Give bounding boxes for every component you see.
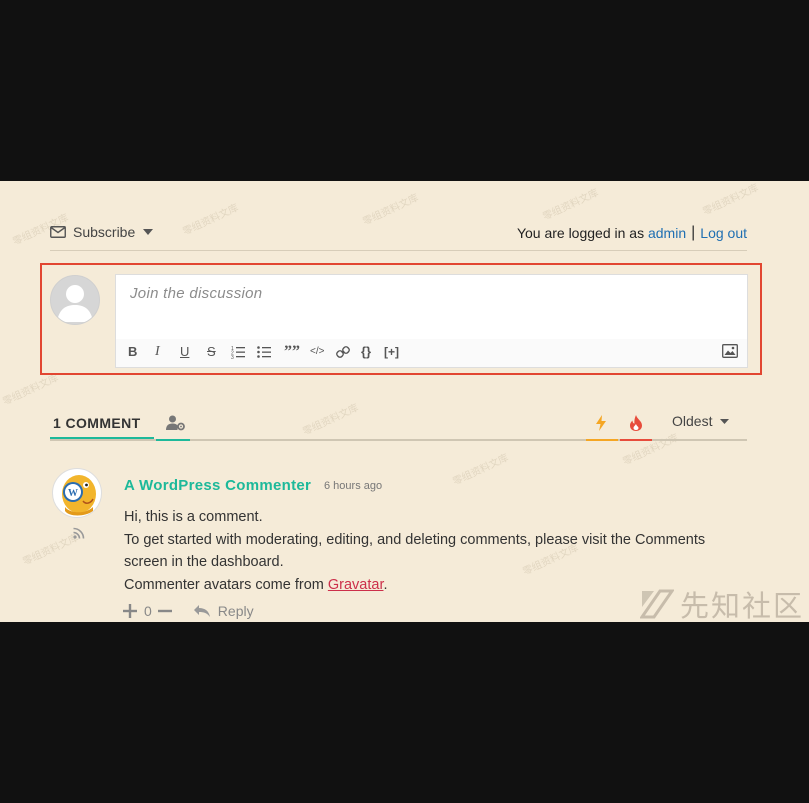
editor-placeholder: Join the discussion [130, 285, 263, 302]
gravatar-link[interactable]: Gravatar [328, 577, 384, 593]
image-icon [722, 344, 738, 358]
downvote-minus-icon[interactable] [157, 604, 172, 618]
comment-line: Hi, this is a comment. [124, 509, 263, 525]
login-status: You are logged in as admin | Log out [517, 224, 747, 242]
site-watermark-text: 先知社区 [680, 591, 805, 622]
default-avatar-icon [57, 285, 93, 322]
comment-author-link[interactable]: A WordPress Commenter [124, 477, 311, 494]
watermark-tile: 零组资料文库 [451, 452, 511, 488]
lightning-icon [596, 415, 606, 431]
svg-text:3: 3 [231, 355, 234, 359]
sort-trending-tab[interactable] [586, 411, 618, 441]
bold-button[interactable]: B [128, 345, 137, 359]
wapuu-avatar-icon: W [62, 475, 96, 516]
comments-header: Subscribe You are logged in as admin | L… [50, 223, 747, 251]
user-settings-tab[interactable] [156, 411, 190, 441]
link-icon [336, 346, 350, 358]
watermark-tile: 零组资料文库 [701, 182, 761, 218]
subscribe-dropdown[interactable]: Subscribe [50, 224, 154, 240]
reply-button[interactable]: Reply [193, 603, 254, 619]
logout-link[interactable]: Log out [700, 225, 747, 241]
subscribe-label: Subscribe [73, 224, 136, 240]
sort-popular-tab[interactable] [620, 411, 652, 441]
strikethrough-button[interactable]: S [207, 345, 216, 359]
username-link[interactable]: admin [648, 225, 686, 241]
rss-icon[interactable] [73, 527, 85, 539]
caret-down-icon [143, 229, 154, 235]
quote-icon: ” [284, 343, 292, 360]
ordered-list-button[interactable]: 1 2 3 [231, 345, 245, 359]
watermark-tile: 零组资料文库 [21, 532, 81, 568]
comment-text: Commenter avatars come from [124, 576, 328, 593]
site-watermark: 先知社区 [640, 583, 804, 622]
comment-editor[interactable]: Join the discussion B I U S 1 2 3 ”” </>… [115, 274, 748, 368]
comment-line: To get started with moderating, editing,… [124, 531, 706, 571]
logged-in-text: You are logged in as [516, 225, 645, 241]
underline-button[interactable]: U [180, 345, 189, 359]
comment-actions: 0 Reply [123, 603, 254, 619]
reply-label: Reply [217, 603, 254, 619]
commenter-avatar: W [52, 468, 102, 518]
link-button[interactable] [336, 345, 350, 359]
reply-arrow-icon [193, 605, 210, 617]
italic-button[interactable]: I [155, 345, 160, 359]
code-button[interactable]: </> [310, 345, 324, 359]
site-logo-icon [640, 589, 674, 619]
blockquote-button[interactable]: ”” [284, 343, 300, 360]
caret-down-icon [720, 418, 730, 424]
spoiler-button[interactable]: [+] [384, 345, 399, 359]
svg-text:W: W [68, 488, 78, 499]
unordered-list-icon [257, 346, 271, 358]
watermark-tile: 零组资料文库 [541, 187, 601, 223]
sort-order-dropdown[interactable]: Oldest [672, 413, 730, 429]
user-cog-icon [166, 415, 185, 431]
source-code-button[interactable]: {} [361, 345, 371, 359]
sort-order-label: Oldest [672, 413, 713, 429]
ordered-list-icon: 1 2 3 [231, 346, 245, 359]
comment-text: . [383, 576, 388, 593]
separator: | [691, 224, 696, 241]
upvote-plus-icon[interactable] [123, 604, 137, 618]
comment-timestamp[interactable]: 6 hours ago [324, 480, 382, 492]
comment-count-tab[interactable]: 1 COMMENT [50, 411, 154, 439]
quote-icon: ” [292, 343, 300, 360]
envelope-icon [50, 226, 66, 238]
editor-toolbar: B I U S 1 2 3 ”” </> {} [+] [116, 339, 747, 367]
fire-icon [630, 415, 642, 431]
comments-panel: 零组资料文库 零组资料文库 零组资料文库 零组资料文库 零组资料文库 零组资料文… [0, 181, 809, 622]
vote-count: 0 [144, 603, 152, 619]
unordered-list-button[interactable] [257, 345, 271, 359]
image-upload-button[interactable] [722, 344, 738, 358]
user-avatar [50, 275, 100, 325]
thread-tabs: 1 COMMENT Oldest [50, 411, 747, 441]
